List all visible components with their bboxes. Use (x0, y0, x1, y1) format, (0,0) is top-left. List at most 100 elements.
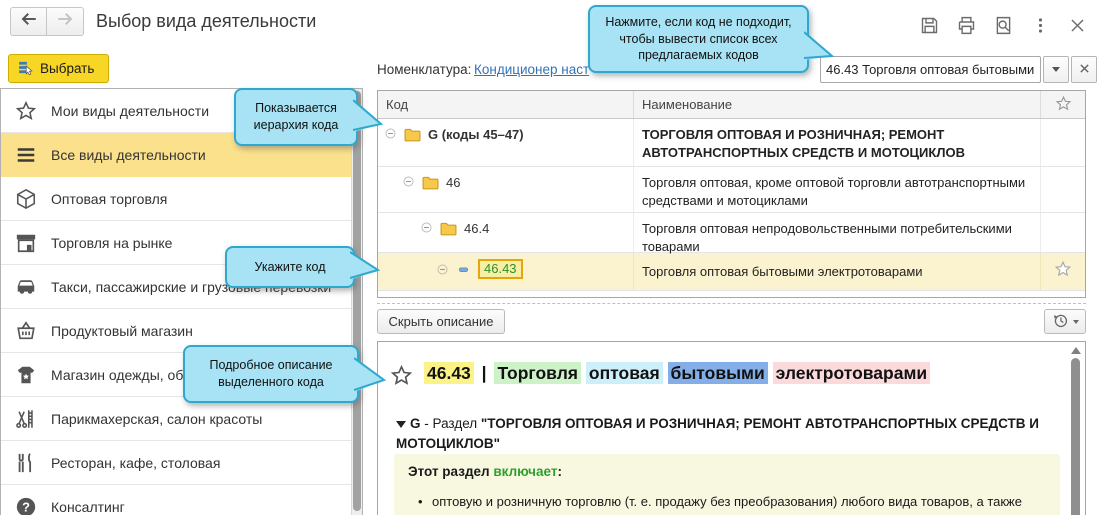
preview-icon[interactable] (992, 14, 1014, 36)
star-icon (9, 100, 43, 122)
description-title: 46.43 | Торговля оптовая бытовыми электр… (424, 363, 930, 384)
table-row[interactable]: G (коды 45–47) ТОРГОВЛЯ ОПТОВАЯ И РОЗНИЧ… (378, 119, 1085, 167)
window: Выбор вида деятельности Выбрать Мои виды… (0, 0, 1102, 515)
favorite-star-icon[interactable] (390, 364, 413, 392)
car-icon (9, 276, 43, 298)
column-header-favorite[interactable] (1041, 91, 1085, 118)
sidebar-item-label: Консалтинг (51, 499, 125, 515)
description-scrollbar-thumb[interactable] (1071, 358, 1080, 515)
select-button-label: Выбрать (40, 61, 94, 76)
back-button[interactable] (10, 7, 47, 36)
nomenclature-label: Номенклатура: (377, 62, 471, 77)
star-icon (1055, 95, 1072, 115)
description-panel: 46.43 | Торговля оптовая бытовыми электр… (377, 341, 1086, 515)
sidebar-item-label: Продуктовый магазин (51, 323, 193, 339)
title-separator: | (479, 362, 490, 384)
code-highlight: 46.43 (424, 362, 474, 384)
combobox-clear-button[interactable] (1071, 56, 1097, 83)
collapse-node-icon[interactable] (402, 175, 415, 191)
collapse-node-icon[interactable] (420, 221, 433, 237)
menu-icon (9, 144, 43, 166)
splitter[interactable] (377, 303, 1086, 304)
tooltip-tail (354, 356, 386, 396)
tooltip-tail (350, 250, 380, 284)
history-button[interactable] (1044, 309, 1086, 334)
sidebar-item-label: Мои виды деятельности (51, 103, 209, 119)
code-combobox-input[interactable]: 46.43 Торговля оптовая бытовыми (820, 56, 1041, 83)
row-name: Торговля оптовая, кроме оптовой торговли… (634, 167, 1041, 212)
barber-icon (9, 408, 43, 430)
includes-keyword: включает (493, 464, 557, 479)
clothes-icon (9, 364, 43, 386)
scroll-up-icon[interactable] (1071, 347, 1081, 354)
basket-icon (9, 320, 43, 342)
column-header-name[interactable]: Наименование (634, 91, 1041, 118)
save-icon[interactable] (918, 14, 940, 36)
table-row[interactable]: 46.4 Торговля оптовая непродовольственны… (378, 213, 1085, 253)
tooltip-tail (353, 98, 383, 136)
section-code: G (410, 416, 421, 431)
tooltip-detailed-description: Подробное описание выделенного кода (183, 345, 359, 403)
back-arrow-icon (20, 10, 38, 33)
collapse-node-icon[interactable] (384, 127, 397, 143)
table-header: Код Наименование (378, 91, 1085, 119)
includes-bullet: оптовую и розничную торговлю (т. е. прод… (432, 493, 1032, 515)
chevron-down-icon (1052, 67, 1060, 72)
section-prefix: - Раздел (421, 416, 481, 431)
more-icon[interactable] (1029, 14, 1051, 36)
table-row-selected[interactable]: 46.43 Торговля оптовая бытовыми электрот… (378, 253, 1085, 291)
sidebar-item-wholesale[interactable]: Оптовая торговля (1, 177, 362, 221)
history-icon (1052, 312, 1069, 332)
section-title: "ТОРГОВЛЯ ОПТОВАЯ И РОЗНИЧНАЯ; РЕМОНТ АВ… (396, 416, 1039, 451)
nomenclature-link[interactable]: Кондиционер наст (474, 62, 589, 77)
row-name: Торговля оптовая непродовольственными по… (634, 213, 1041, 252)
collapse-arrow-icon (396, 421, 406, 428)
word-highlight: бытовыми (668, 362, 768, 384)
sidebar-scrollbar-thumb[interactable] (353, 91, 361, 511)
sidebar-item-label: Ресторан, кафе, столовая (51, 455, 220, 471)
row-code: 46 (446, 175, 460, 190)
tooltip-hierarchy: Показывается иерархия кода (234, 88, 358, 146)
activity-sidebar: Мои виды деятельности Все виды деятельно… (0, 88, 363, 515)
sidebar-item-consulting[interactable]: ? Консалтинг (1, 485, 362, 515)
word-highlight: оптовая (586, 362, 663, 384)
table-row[interactable]: 46 Торговля оптовая, кроме оптовой торго… (378, 167, 1085, 213)
favorite-star-icon[interactable] (1054, 260, 1072, 283)
row-name: ТОРГОВЛЯ ОПТОВАЯ И РОЗНИЧНАЯ; РЕМОНТ АВТ… (634, 119, 1041, 166)
hide-description-button[interactable]: Скрыть описание (377, 309, 505, 334)
sidebar-item-restaurant[interactable]: Ресторан, кафе, столовая (1, 441, 362, 485)
clear-icon (1079, 61, 1090, 79)
market-stall-icon (9, 232, 43, 254)
folder-icon (404, 127, 421, 145)
includes-colon: : (557, 464, 562, 479)
row-code: 46.43 (478, 259, 523, 279)
nav-buttons (10, 7, 84, 36)
sidebar-item-label: Торговля на рынке (51, 235, 172, 251)
description-scrollbar[interactable] (1069, 345, 1082, 515)
includes-box: Этот раздел включает: оптовую и розничну… (394, 454, 1060, 515)
forward-arrow-icon (56, 10, 74, 33)
sidebar-item-label: Все виды деятельности (51, 147, 206, 163)
code-item-icon (456, 263, 471, 279)
close-icon[interactable] (1066, 14, 1088, 36)
folder-icon (440, 221, 457, 239)
column-header-code[interactable]: Код (378, 91, 634, 118)
chevron-down-icon (1073, 320, 1079, 324)
combobox-dropdown-button[interactable] (1043, 56, 1069, 83)
sidebar-item-barbershop[interactable]: Парикмахерская, салон красоты (1, 397, 362, 441)
row-name: Торговля оптовая бытовыми электротоварам… (634, 253, 1041, 290)
row-code: 46.4 (464, 221, 489, 236)
tooltip-press-if-wrong: Нажмите, если код не подходит, чтобы выв… (588, 5, 809, 73)
select-list-icon (17, 59, 34, 79)
sidebar-scrollbar[interactable] (351, 89, 362, 515)
forward-button[interactable] (47, 7, 84, 36)
print-icon[interactable] (955, 14, 977, 36)
select-button[interactable]: Выбрать (8, 54, 109, 83)
section-header[interactable]: G - Раздел "ТОРГОВЛЯ ОПТОВАЯ И РОЗНИЧНАЯ… (396, 414, 1056, 455)
sidebar-item-label: Оптовая торговля (51, 191, 167, 207)
includes-lead: Этот раздел (408, 464, 493, 479)
code-combobox: 46.43 Торговля оптовая бытовыми (820, 56, 1097, 83)
collapse-node-icon[interactable] (436, 263, 449, 279)
word-highlight: электротоварами (773, 362, 931, 384)
codes-table: Код Наименование G (коды 45–47) ТОРГОВЛЯ… (377, 90, 1086, 298)
